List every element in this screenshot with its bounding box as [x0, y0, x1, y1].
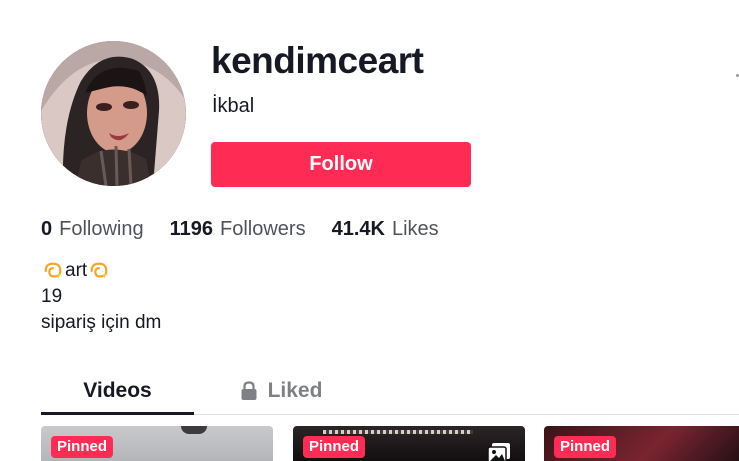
stat-likes: 41.4K Likes [332, 218, 439, 241]
avatar[interactable] [41, 41, 186, 186]
likes-count: 41.4K [331, 217, 385, 240]
video-card[interactable]: Pinned [544, 426, 739, 461]
dizzy-sparkle-icon [90, 262, 109, 279]
lock-icon [241, 381, 257, 400]
follow-button[interactable]: Follow [211, 142, 471, 187]
following-label: Following [59, 217, 144, 240]
thumbnail-detail [181, 426, 207, 434]
followers-label: Followers [220, 217, 306, 240]
profile-stats: 0 Following 1196 Followers 41.4K Likes [41, 215, 465, 243]
bio-line-2: 19 [41, 286, 63, 307]
dizzy-sparkle-icon [44, 262, 63, 279]
pinned-badge: Pinned [51, 436, 114, 458]
tabs-divider [41, 414, 739, 415]
pinned-badge: Pinned [303, 436, 366, 458]
username: kendimceart [211, 40, 424, 81]
bio-line-3: sipariş için dm [41, 312, 162, 333]
thumbnail-detail [323, 430, 473, 434]
profile-page: kendimceart İkbal Follow 0 Following 119… [0, 0, 739, 461]
profile-tabs: Videos Liked [41, 369, 739, 416]
followers-count: 1196 [169, 217, 213, 240]
tab-videos[interactable]: Videos [41, 369, 194, 413]
bio-line-1: art [41, 258, 161, 284]
bio: art 19 sipariş için dm [41, 258, 161, 336]
following-count: 0 [41, 217, 53, 240]
tab-liked-label: Liked [267, 379, 323, 402]
nickname: İkbal [212, 95, 255, 117]
video-card[interactable]: Pinned [293, 426, 525, 461]
video-grid: Pinned Pinned Pinned [41, 426, 739, 461]
tab-liked[interactable]: Liked [231, 369, 331, 413]
pinned-badge: Pinned [554, 436, 617, 458]
stat-following[interactable]: 0 Following [41, 218, 144, 241]
stat-followers[interactable]: 1196 Followers [170, 218, 306, 241]
video-card[interactable]: Pinned [41, 426, 273, 461]
photo-icon [487, 443, 510, 461]
bio-text: art [65, 260, 88, 281]
avatar-image [41, 41, 186, 186]
likes-label: Likes [391, 217, 439, 240]
